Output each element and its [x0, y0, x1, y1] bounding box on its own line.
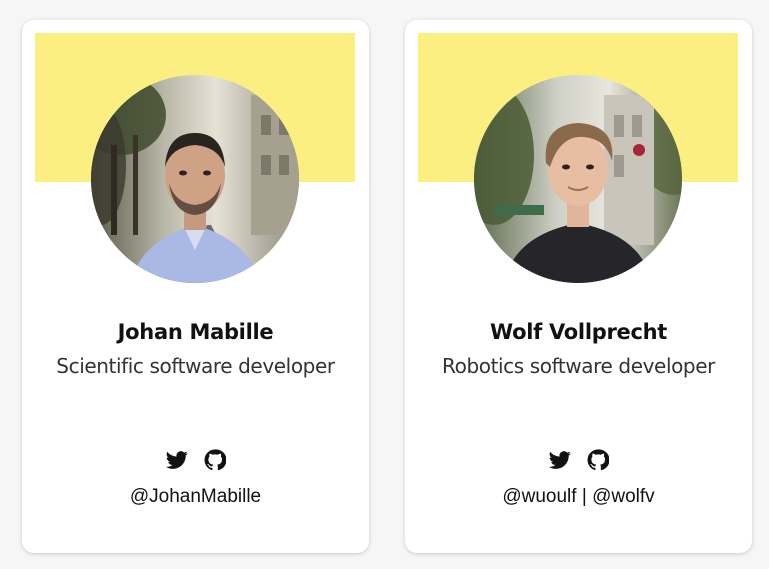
member-role: Scientific software developer: [56, 354, 335, 378]
avatar-johan: [91, 75, 299, 283]
twitter-icon[interactable]: [548, 449, 571, 471]
social-handle: @wuoulf | @wolfv: [405, 486, 752, 508]
github-icon[interactable]: [204, 449, 227, 471]
handle-link-wuoulf[interactable]: @wuoulf: [502, 486, 576, 507]
member-name: Johan Mabille: [117, 320, 274, 344]
handle-link-wolfv[interactable]: @wolfv: [592, 486, 655, 507]
team-member-card-johan: Johan Mabille Scientific software develo…: [22, 20, 369, 553]
social-icons: [22, 449, 369, 471]
twitter-icon[interactable]: [165, 449, 188, 471]
member-name: Wolf Vollprecht: [490, 320, 667, 344]
social-handle: @JohanMabille: [22, 486, 369, 508]
github-icon[interactable]: [587, 449, 610, 471]
social-icons: [405, 449, 752, 471]
team-member-card-wolf: Wolf Vollprecht Robotics software develo…: [405, 20, 752, 553]
handle-link-johanmabille[interactable]: @JohanMabille: [130, 486, 261, 507]
avatar-wolf: [474, 75, 682, 283]
member-role: Robotics software developer: [442, 354, 715, 378]
handle-separator: |: [576, 486, 593, 507]
team-page: Johan Mabille Scientific software develo…: [0, 0, 769, 569]
